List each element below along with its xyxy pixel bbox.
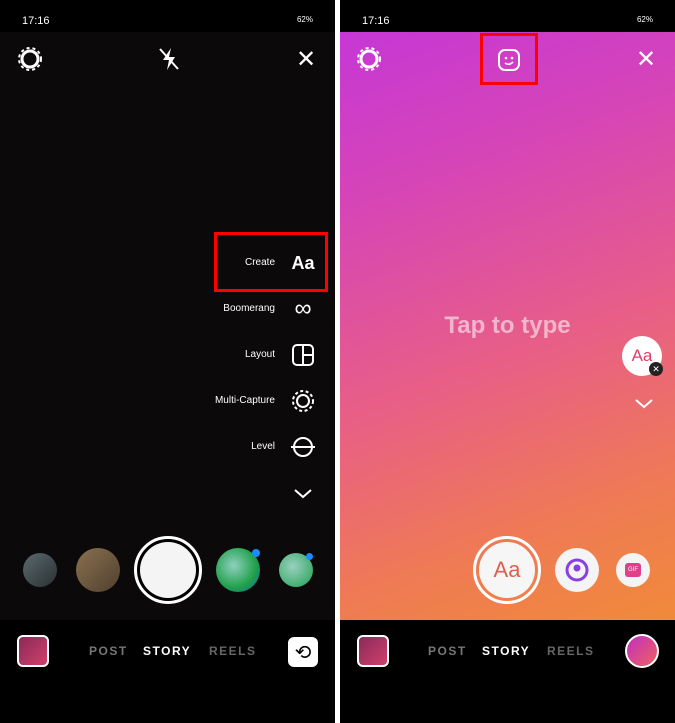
tab-story[interactable]: STORY — [143, 644, 191, 658]
effect-thumbnail[interactable] — [76, 548, 120, 592]
status-bar: 17:16 62% — [0, 0, 335, 32]
tab-post[interactable]: POST — [89, 644, 128, 658]
tab-reels[interactable]: REELS — [209, 644, 257, 658]
close-icon[interactable]: ✕ — [292, 45, 320, 73]
mention-button[interactable] — [555, 548, 599, 592]
new-badge — [252, 549, 260, 557]
gif-label: GIF — [625, 563, 641, 577]
menu-boomerang-label[interactable]: Boomerang — [223, 303, 275, 314]
create-mode-screen: 17:16 62% ✕ Tap to type Aa ✕ Aa GIF POST… — [340, 0, 675, 723]
background-color-button[interactable] — [625, 634, 659, 668]
layout-icon[interactable] — [290, 342, 316, 368]
status-time: 17:16 — [22, 15, 50, 27]
text-input-placeholder[interactable]: Tap to type — [340, 312, 675, 340]
level-icon[interactable] — [290, 434, 316, 460]
infinity-icon[interactable]: ∞ — [290, 295, 316, 322]
menu-level-label[interactable]: Level — [251, 441, 275, 452]
menu-create-label[interactable]: Create — [245, 257, 275, 268]
multi-capture-icon[interactable] — [290, 388, 316, 414]
close-icon[interactable]: ✕ — [632, 45, 660, 73]
status-battery: 62% — [296, 15, 313, 24]
tab-story[interactable]: STORY — [482, 644, 530, 658]
tab-post[interactable]: POST — [428, 644, 467, 658]
sticker-icon[interactable] — [495, 46, 523, 74]
remove-icon[interactable]: ✕ — [649, 362, 663, 376]
flash-off-icon[interactable] — [155, 45, 183, 73]
status-time: 17:16 — [362, 15, 390, 27]
chevron-down-icon[interactable] — [635, 396, 653, 414]
menu-multi-capture-label[interactable]: Multi-Capture — [215, 395, 275, 406]
gallery-thumbnail[interactable] — [357, 635, 389, 667]
chevron-down-icon[interactable] — [290, 481, 316, 507]
menu-layout-label[interactable]: Layout — [245, 349, 275, 360]
settings-icon[interactable] — [16, 45, 44, 73]
settings-icon[interactable] — [355, 45, 383, 73]
camera-screen: 17:16 62% ✕ Create Aa Boomerang ∞ Layout… — [0, 0, 335, 723]
flip-camera-icon[interactable]: ⟲ — [288, 637, 318, 667]
create-aa-icon[interactable]: Aa — [290, 250, 316, 276]
capture-button[interactable] — [134, 536, 202, 604]
aa-label: Aa — [479, 542, 535, 598]
create-capture-button[interactable]: Aa — [473, 536, 541, 604]
effect-thumbnail[interactable] — [23, 553, 57, 587]
status-battery: 62% — [636, 15, 653, 24]
tab-reels[interactable]: REELS — [547, 644, 595, 658]
camera-viewfinder[interactable] — [0, 32, 335, 620]
new-badge — [306, 553, 313, 560]
status-bar: 17:16 62% — [340, 0, 675, 32]
gallery-thumbnail[interactable] — [17, 635, 49, 667]
gif-button[interactable]: GIF — [616, 553, 650, 587]
